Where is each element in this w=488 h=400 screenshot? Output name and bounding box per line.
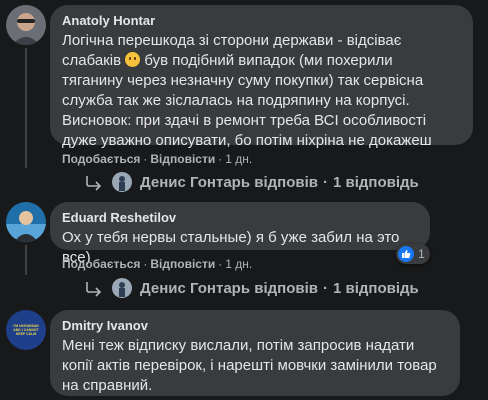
comment-bubble: Eduard Reshetilov Ох у тебя нервы стальн… [50, 202, 430, 266]
comment-time[interactable]: 1 дн. [225, 152, 252, 166]
avatar-photo-icon [6, 202, 46, 242]
reply-verb: відповів [254, 173, 318, 191]
avatar-photo-icon [112, 278, 132, 298]
reply-arrow-icon [86, 176, 102, 191]
separator-dot: · [322, 279, 328, 297]
thumbs-up-icon [398, 246, 414, 262]
view-replies-link[interactable]: Денис Гонтарь відповів · 1 відповідь [84, 172, 419, 192]
view-replies-link[interactable]: Денис Гонтарь відповів · 1 відповідь [84, 278, 419, 298]
like-link[interactable]: Подобається [62, 152, 140, 166]
comment-bubble: Dmitry Ivanov Мені теж відписку вислали,… [50, 310, 460, 396]
smiling-face-icon [125, 52, 141, 67]
reply-author: Денис Гонтарь [140, 279, 251, 297]
reply-count: 1 відповідь [332, 279, 419, 297]
avatar [112, 278, 132, 298]
comment-time[interactable]: 1 дн. [225, 257, 252, 271]
avatar[interactable] [6, 202, 46, 242]
separator-dot: · [322, 173, 328, 191]
separator-dot: · [218, 257, 223, 271]
thread-line [25, 245, 27, 275]
comment-text: Логічна перешкода зі сторони держави - в… [62, 31, 461, 151]
reply-verb: відповів [254, 279, 318, 297]
comment-author[interactable]: Eduard Reshetilov [62, 210, 418, 226]
separator-dot: · [143, 152, 148, 166]
comment-text: Мені теж відписку вислали, потім запроси… [62, 337, 437, 394]
reply-link[interactable]: Відповісти [150, 257, 215, 271]
avatar-photo-icon [112, 172, 132, 192]
reply-count: 1 відповідь [332, 173, 419, 191]
reply-arrow-icon [86, 282, 102, 297]
comment-actions: Подобається · Відповісти · 1 дн. [62, 151, 252, 167]
reply-link[interactable]: Відповісти [150, 152, 215, 166]
reaction-count: 1 [418, 247, 425, 261]
avatar[interactable] [6, 5, 46, 45]
reaction-badge[interactable]: 1 [396, 244, 430, 264]
avatar [112, 172, 132, 192]
avatar-badge-text: I'M UKRAINIAN AND I CANNOT KEEP CALM [13, 324, 39, 336]
separator-dot: · [218, 152, 223, 166]
avatar-photo-icon [6, 5, 46, 45]
comment-author[interactable]: Anatoly Hontar [62, 13, 461, 29]
avatar[interactable]: I'M UKRAINIAN AND I CANNOT KEEP CALM [6, 310, 46, 350]
reply-author: Денис Гонтарь [140, 173, 251, 191]
thread-line [25, 48, 27, 168]
comment-actions: Подобається · Відповісти · 1 дн. [62, 256, 252, 272]
comment-author[interactable]: Dmitry Ivanov [62, 318, 448, 334]
comment-bubble: Anatoly Hontar Логічна перешкода зі стор… [50, 5, 473, 149]
comments-feed: Anatoly Hontar Логічна перешкода зі стор… [0, 0, 488, 400]
like-link[interactable]: Подобається [62, 257, 140, 271]
separator-dot: · [143, 257, 148, 271]
